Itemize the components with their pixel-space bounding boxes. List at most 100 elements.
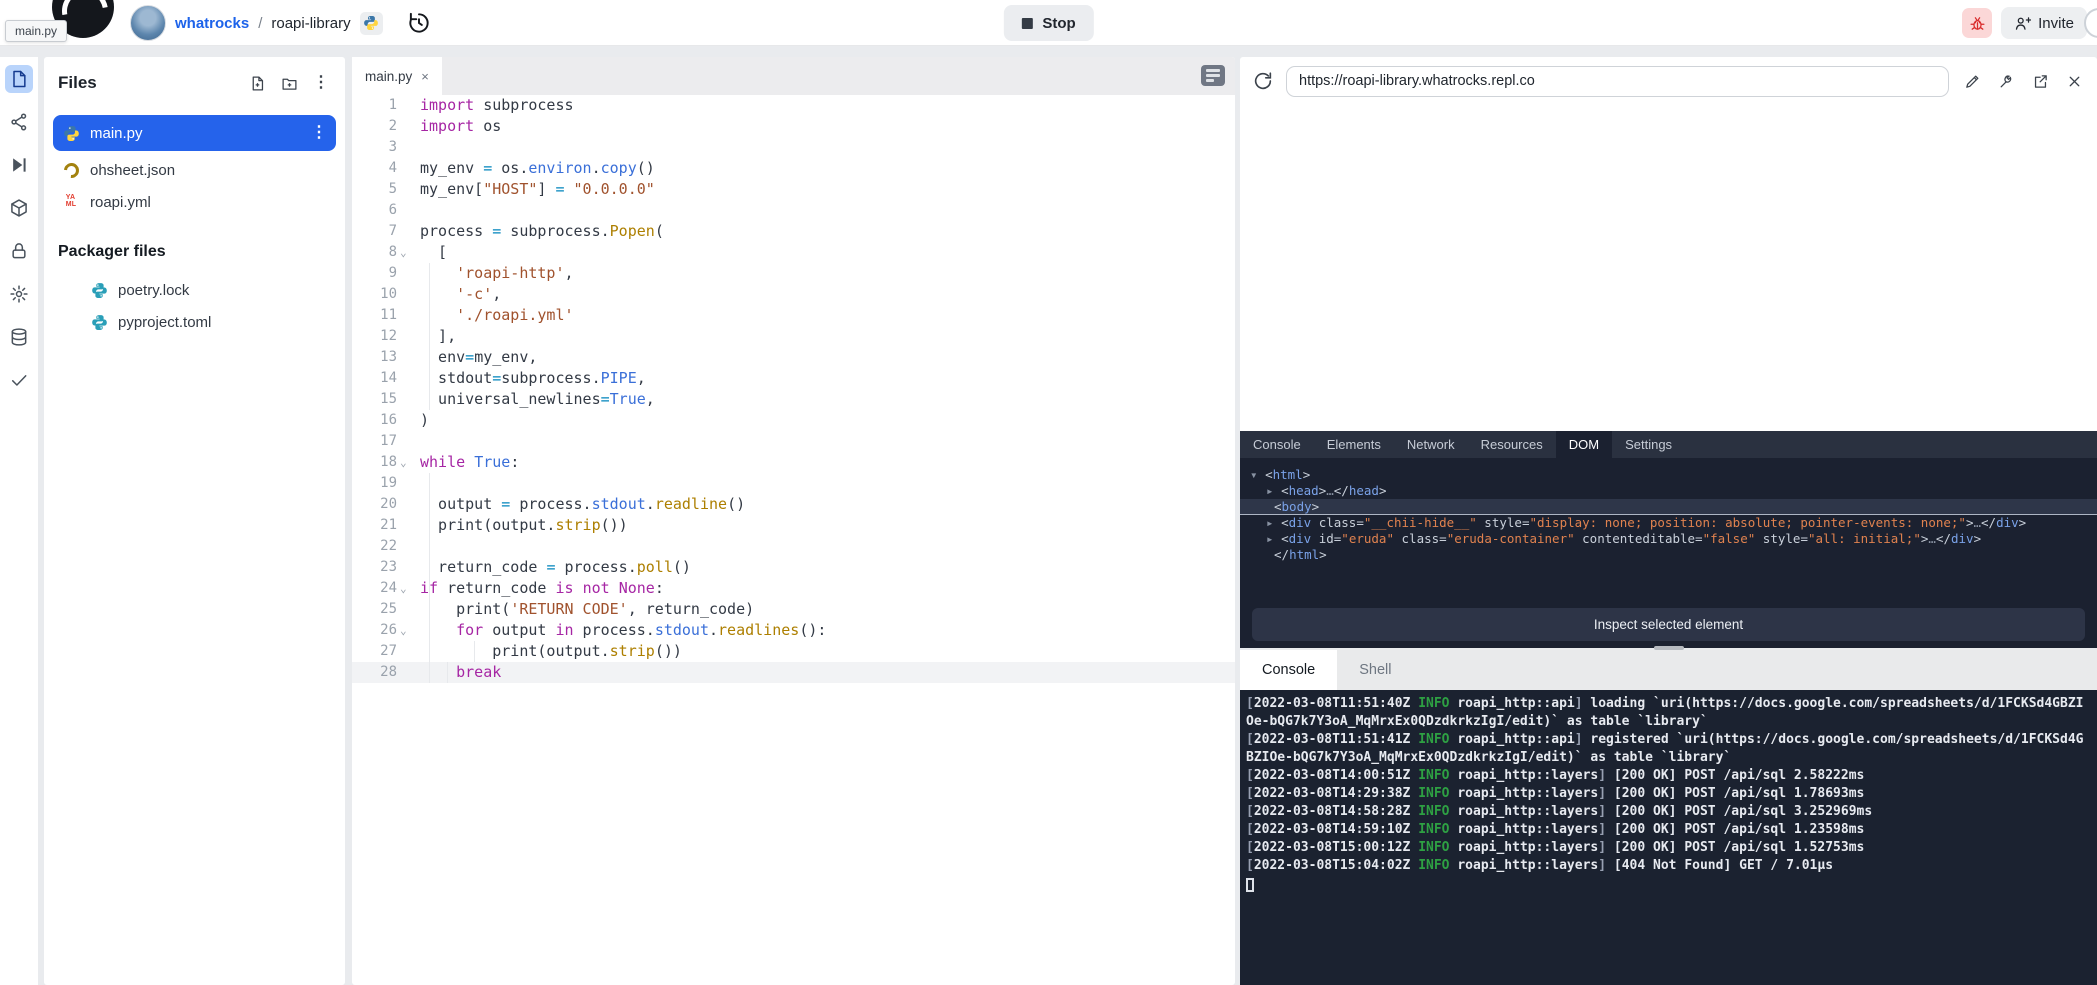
file-row-ohsheet.json[interactable]: ohsheet.json [53, 155, 336, 185]
line-number[interactable]: 21 [352, 515, 397, 536]
code-line: 26⌄ for output in process.stdout.readlin… [352, 620, 1235, 641]
line-number[interactable]: 25 [352, 599, 397, 620]
indent-guide [429, 284, 430, 305]
stop-button[interactable]: Stop [1003, 5, 1093, 41]
line-number[interactable]: 8 [352, 242, 397, 263]
line-number[interactable]: 11 [352, 305, 397, 326]
pane-drag-handle[interactable] [1654, 646, 1684, 650]
indent-guide [429, 578, 430, 599]
console-log-line: [2022-03-08T14:59:10Z INFO roapi_http::l… [1246, 821, 2091, 839]
url-input[interactable] [1286, 66, 1949, 97]
line-number[interactable]: 14 [352, 368, 397, 389]
dom-node-row[interactable]: </html> [1240, 547, 2097, 563]
devtools-tab-resources[interactable]: Resources [1468, 431, 1556, 458]
devtools-tab-network[interactable]: Network [1394, 431, 1468, 458]
line-number[interactable]: 15 [352, 389, 397, 410]
close-webview-icon[interactable] [2063, 70, 2085, 92]
line-number[interactable]: 6 [352, 200, 397, 221]
secrets-lock-icon[interactable] [5, 237, 33, 265]
line-number[interactable]: 17 [352, 431, 397, 452]
open-external-icon[interactable] [2029, 70, 2051, 92]
fold-chevron-icon[interactable]: ⌄ [400, 452, 407, 473]
devtools-tab-dom[interactable]: DOM [1556, 431, 1612, 458]
line-number[interactable]: 28 [352, 662, 397, 683]
file-row-roapi.yml[interactable]: YAMLroapi.yml [53, 187, 336, 217]
console-pane-tab-shell[interactable]: Shell [1337, 650, 1413, 690]
line-number[interactable]: 7 [352, 221, 397, 242]
code-line: 14 stdout=subprocess.PIPE, [352, 368, 1235, 389]
files-icon[interactable] [5, 65, 33, 93]
line-number[interactable]: 23 [352, 557, 397, 578]
line-number[interactable]: 4 [352, 158, 397, 179]
fold-chevron-icon[interactable]: ⌄ [400, 242, 407, 263]
file-row-main.py[interactable]: main.py⋮ [53, 115, 336, 151]
file-menu-kebab-icon[interactable]: ⋮ [311, 125, 327, 141]
checklist-icon[interactable] [5, 366, 33, 394]
line-number[interactable]: 24 [352, 578, 397, 599]
console-pane-tab-console[interactable]: Console [1240, 650, 1337, 690]
invite-button[interactable]: Invite [2001, 7, 2087, 39]
indent-guide [429, 263, 430, 284]
breadcrumb-username[interactable]: whatrocks [175, 15, 249, 32]
settings-gear-icon[interactable] [5, 280, 33, 308]
devtools-tab-console[interactable]: Console [1240, 431, 1314, 458]
editor-layout-icon[interactable] [1201, 65, 1225, 86]
refresh-icon[interactable] [1252, 70, 1274, 92]
breadcrumb-repl-name[interactable]: roapi-library [271, 15, 350, 32]
new-file-icon[interactable] [245, 71, 269, 95]
line-number[interactable]: 9 [352, 263, 397, 284]
user-avatar[interactable] [130, 5, 166, 41]
new-folder-icon[interactable] [277, 71, 301, 95]
editor-tab-main-py[interactable]: main.py × [352, 57, 442, 95]
code-area[interactable]: 1import subprocess2import os34my_env = o… [352, 95, 1235, 683]
code-line: 27 print(output.strip()) [352, 641, 1235, 662]
dom-node-row[interactable]: ▸ <head>…</head> [1240, 483, 2097, 499]
line-number[interactable]: 10 [352, 284, 397, 305]
packages-icon[interactable] [5, 194, 33, 222]
code-line: 10 '-c', [352, 284, 1235, 305]
close-tab-icon[interactable]: × [421, 69, 429, 84]
line-number[interactable]: 26 [352, 620, 397, 641]
line-number[interactable]: 16 [352, 410, 397, 431]
line-number[interactable]: 20 [352, 494, 397, 515]
dom-node-row[interactable]: ▸ <div class="__chii-hide__" style="disp… [1240, 515, 2097, 531]
line-number[interactable]: 1 [352, 95, 397, 116]
dom-node-row[interactable]: ▸ <div id="eruda" class="eruda-container… [1240, 531, 2097, 547]
webview-content[interactable] [1240, 105, 2097, 431]
line-number[interactable]: 3 [352, 137, 397, 158]
fold-chevron-icon[interactable]: ⌄ [400, 620, 407, 641]
line-number[interactable]: 19 [352, 473, 397, 494]
files-menu-kebab-icon[interactable]: ⋮ [309, 71, 333, 95]
devtools-tab-settings[interactable]: Settings [1612, 431, 1685, 458]
line-number[interactable]: 12 [352, 326, 397, 347]
console-output[interactable]: [2022-03-08T11:51:40Z INFO roapi_http::a… [1240, 690, 2097, 985]
file-row-poetry.lock[interactable]: poetry.lock [53, 275, 336, 305]
breadcrumb: whatrocks / roapi-library [130, 0, 432, 46]
history-icon[interactable] [406, 10, 432, 36]
line-number[interactable]: 13 [352, 347, 397, 368]
code-line: 19 [352, 473, 1235, 494]
file-name: roapi.yml [90, 194, 327, 211]
line-number[interactable]: 2 [352, 116, 397, 137]
inspect-element-button[interactable]: Inspect selected element [1252, 608, 2085, 641]
file-row-pyproject.toml[interactable]: pyproject.toml [53, 307, 336, 337]
line-number[interactable]: 5 [352, 179, 397, 200]
dom-node-row[interactable]: <body> [1240, 499, 2097, 515]
code-line: 28 break [352, 662, 1235, 683]
version-control-icon[interactable] [5, 108, 33, 136]
code-editor-pane[interactable]: main.py × 1import subprocess2import os34… [352, 57, 1235, 985]
line-number[interactable]: 18 [352, 452, 397, 473]
run-console-icon[interactable] [5, 151, 33, 179]
dom-node-row[interactable]: ▾ <html> [1240, 467, 2097, 483]
line-number[interactable]: 27 [352, 641, 397, 662]
devtools-wrench-icon[interactable] [1995, 70, 2017, 92]
json-file-icon [62, 161, 80, 179]
fold-chevron-icon[interactable]: ⌄ [400, 578, 407, 599]
indent-guide [429, 515, 430, 536]
database-icon[interactable] [5, 323, 33, 351]
report-bug-button[interactable] [1962, 8, 1992, 38]
edit-pencil-icon[interactable] [1961, 70, 1983, 92]
devtools-tab-elements[interactable]: Elements [1314, 431, 1394, 458]
line-number[interactable]: 22 [352, 536, 397, 557]
indent-guide [447, 662, 448, 683]
